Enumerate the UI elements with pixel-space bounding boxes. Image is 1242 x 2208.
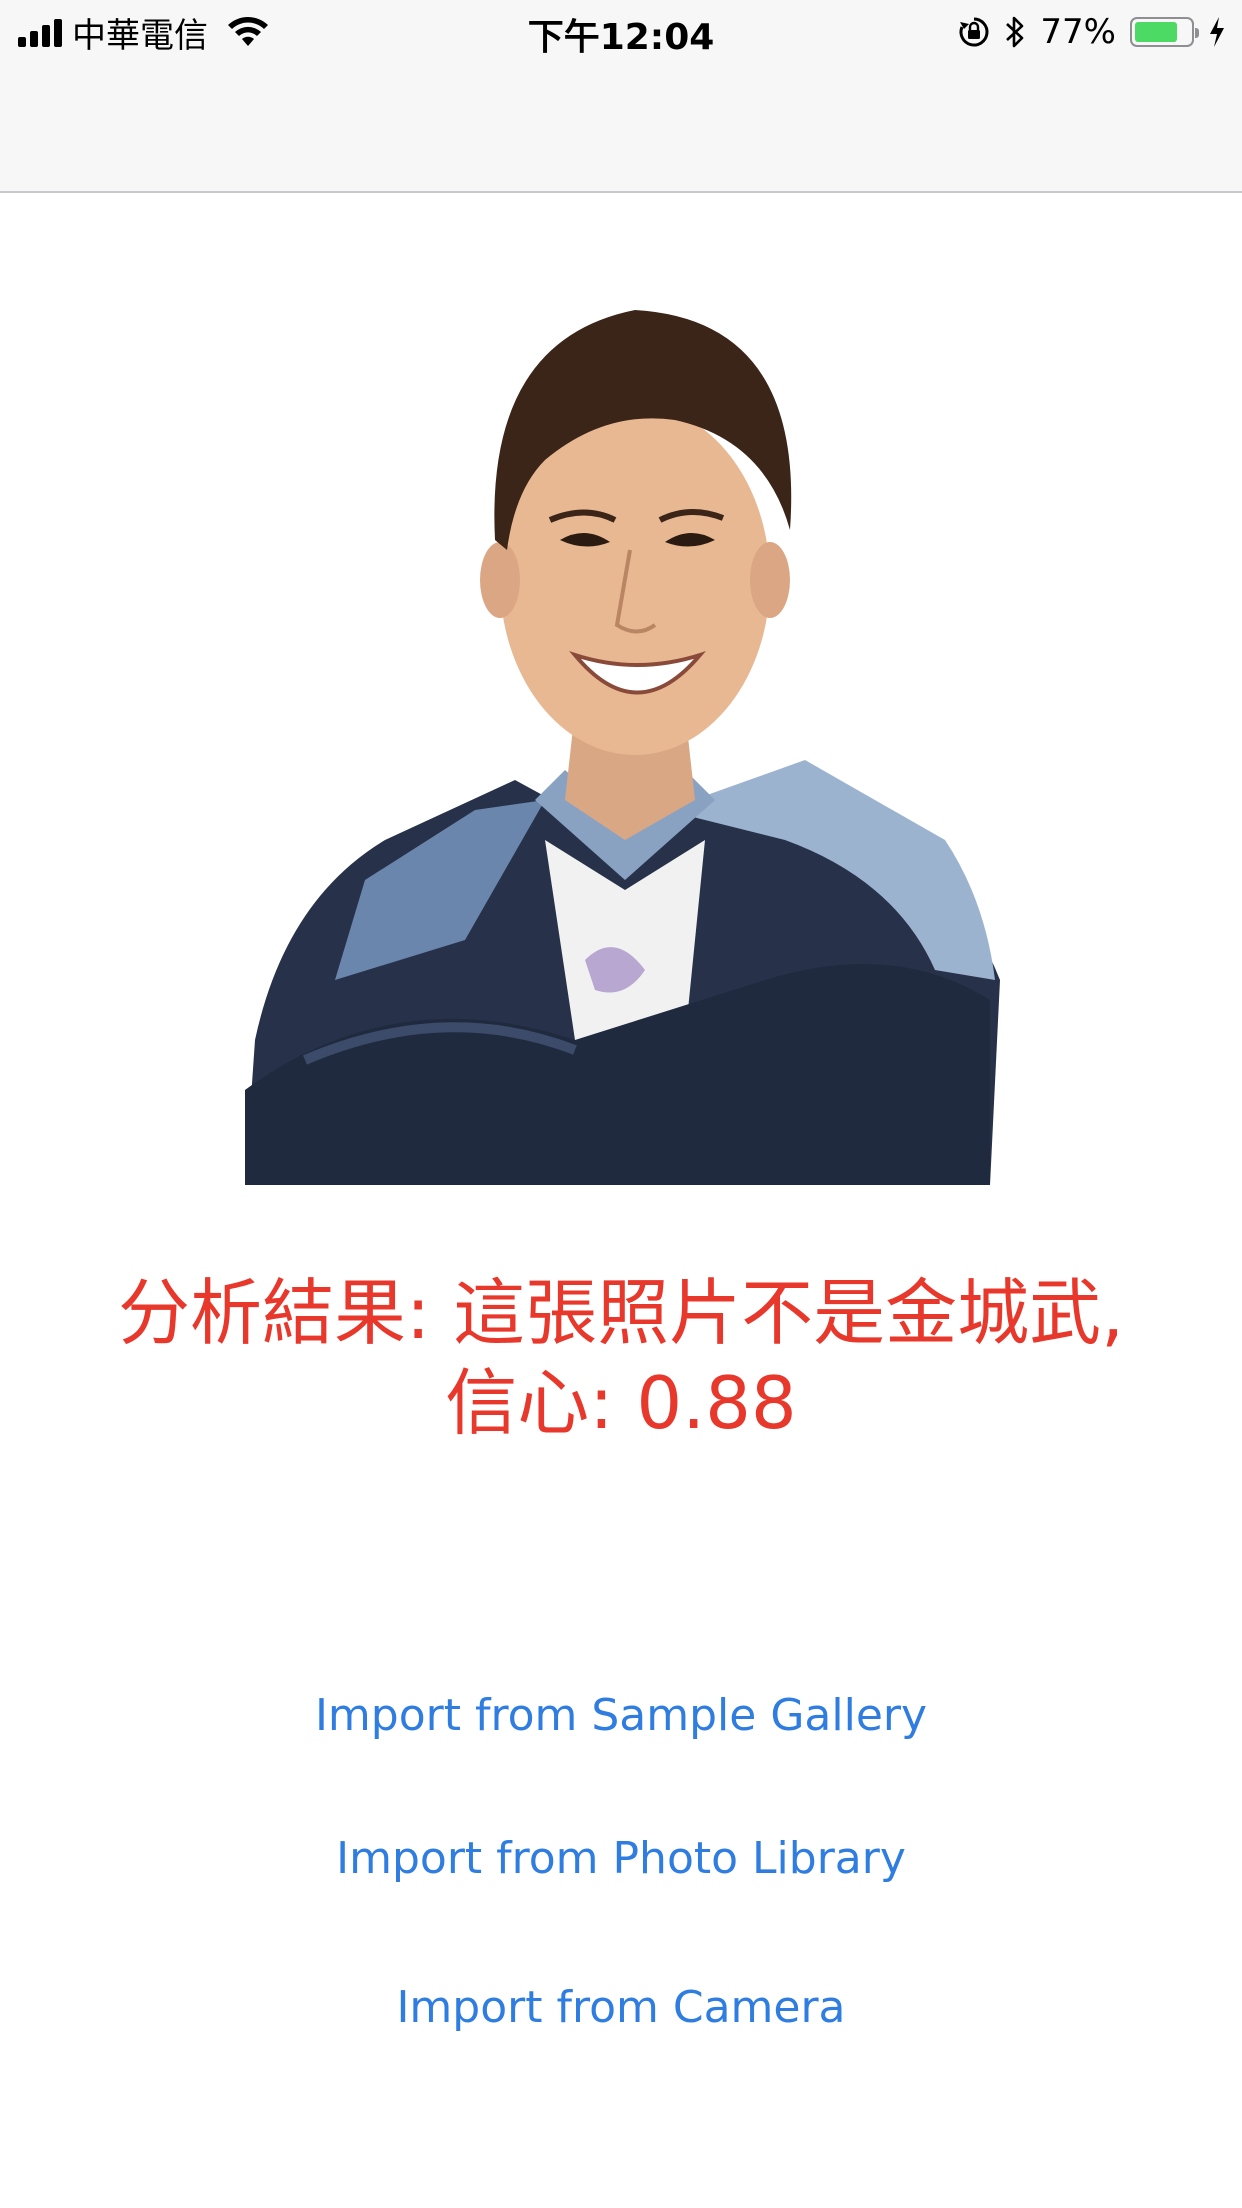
analyzed-photo	[245, 280, 1015, 1185]
battery-fill	[1135, 22, 1177, 42]
import-photo-library-button[interactable]: Import from Photo Library	[0, 1833, 1242, 1884]
import-sample-gallery-button[interactable]: Import from Sample Gallery	[0, 1690, 1242, 1741]
charging-bolt-icon	[1210, 17, 1224, 47]
rotation-lock-icon	[959, 17, 989, 47]
result-line-2: 信心: 0.88	[445, 1361, 797, 1445]
result-line-1: 分析結果: 這張照片不是金城武,	[117, 1271, 1125, 1355]
battery-percent: 77%	[1040, 12, 1116, 52]
status-right: 77%	[958, 10, 1226, 54]
bluetooth-icon	[1006, 16, 1024, 48]
battery-icon	[1130, 17, 1199, 47]
status-bar: 中華電信 下午12:04 77%	[0, 0, 1242, 60]
analysis-result: 分析結果: 這張照片不是金城武, 信心: 0.88	[60, 1268, 1182, 1448]
portrait-illustration	[245, 310, 1000, 1185]
import-camera-button[interactable]: Import from Camera	[0, 1982, 1242, 2033]
navigation-bar	[0, 60, 1242, 193]
